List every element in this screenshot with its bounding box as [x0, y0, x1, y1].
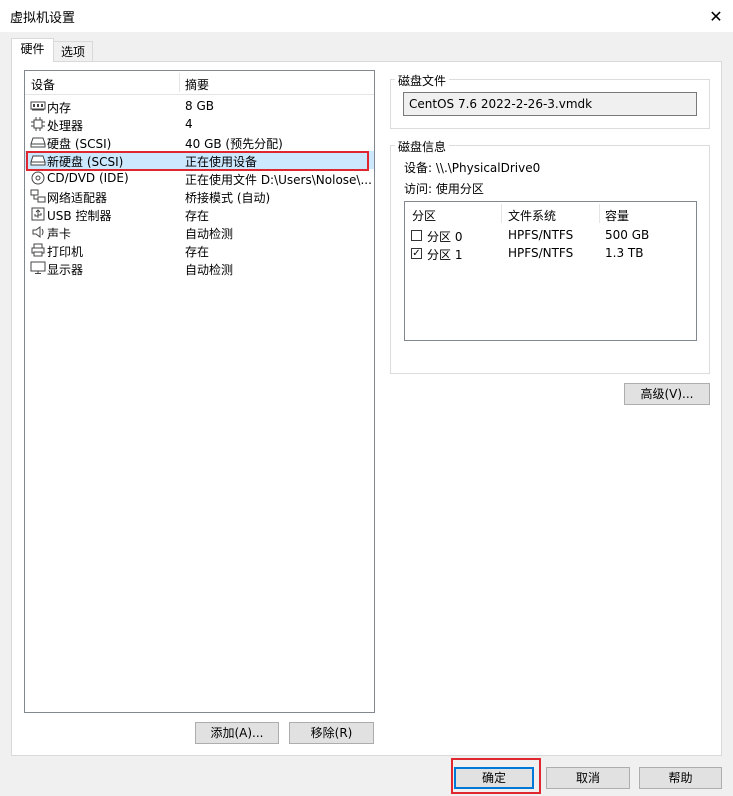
disk-file-field[interactable]: CentOS 7.6 2022-2-26-3.vmdk: [403, 92, 697, 116]
device-row-usb[interactable]: USB 控制器 存在: [25, 205, 374, 223]
advanced-button[interactable]: 高级(V)...: [624, 383, 710, 405]
harddisk-icon: [30, 135, 46, 149]
device-row-cd-dvd[interactable]: CD/DVD (IDE) 正在使用文件 D:\Users\Nolose\...: [25, 169, 374, 187]
partition-0-checkbox[interactable]: [411, 230, 422, 241]
remove-device-button[interactable]: 移除(R): [289, 722, 374, 744]
device-row-harddisk[interactable]: 硬盘 (SCSI) 40 GB (预先分配): [25, 133, 374, 151]
cancel-button[interactable]: 取消: [546, 767, 630, 789]
display-icon: [30, 261, 46, 275]
tab-hardware-label: 硬件: [20, 42, 45, 56]
add-device-button[interactable]: 添加(A)...: [195, 722, 279, 744]
network-icon: [30, 189, 46, 203]
device-row-network[interactable]: 网络适配器 桥接模式 (自动): [25, 187, 374, 205]
help-button[interactable]: 帮助: [639, 767, 722, 789]
device-row-new-harddisk[interactable]: 新硬盘 (SCSI) 正在使用设备: [25, 151, 374, 169]
tab-hardware[interactable]: 硬件: [11, 38, 54, 62]
column-header-filesystem[interactable]: 文件系统: [508, 207, 556, 224]
partition-1-checkbox[interactable]: ✓: [411, 248, 422, 259]
column-header-device[interactable]: 设备: [31, 76, 55, 93]
harddisk-icon: [30, 153, 46, 167]
cd-icon: [30, 171, 46, 185]
cpu-icon: [30, 117, 46, 131]
disk-info-group-title: 磁盘信息: [395, 138, 450, 155]
sound-icon: [30, 225, 46, 239]
usb-icon: [30, 207, 46, 221]
device-list-header: 设备 摘要: [25, 71, 374, 95]
close-icon: ✕: [709, 6, 723, 26]
ok-button[interactable]: 确定: [454, 767, 534, 789]
device-row-memory[interactable]: 内存 8 GB: [25, 97, 374, 115]
disk-file-group-title: 磁盘文件: [395, 72, 450, 89]
tab-options[interactable]: 选项: [53, 41, 93, 62]
memory-icon: [30, 99, 46, 113]
close-button[interactable]: ✕: [699, 0, 733, 32]
tab-options-label: 选项: [60, 45, 85, 59]
device-list[interactable]: 设备 摘要 内存 8 GB 处理器 4 硬盘 (SCSI) 40 GB (预先分…: [24, 70, 375, 713]
partition-list[interactable]: 分区 文件系统 容量 分区 0 HPFS/NTFS 500 GB ✓ 分区 1 …: [404, 201, 697, 341]
disk-device-line: 设备: \\.\PhysicalDrive0: [404, 161, 541, 175]
column-header-capacity[interactable]: 容量: [605, 207, 629, 224]
column-header-summary[interactable]: 摘要: [185, 76, 209, 93]
column-header-partition[interactable]: 分区: [412, 207, 436, 224]
title-bar: 虚拟机设置 ✕: [0, 0, 733, 32]
printer-icon: [30, 243, 46, 257]
device-row-printer[interactable]: 打印机 存在: [25, 241, 374, 259]
device-row-sound[interactable]: 声卡 自动检测: [25, 223, 374, 241]
device-row-cpu[interactable]: 处理器 4: [25, 115, 374, 133]
device-row-display[interactable]: 显示器 自动检测: [25, 259, 374, 277]
disk-access-line: 访问: 使用分区: [404, 182, 484, 196]
window-title: 虚拟机设置: [10, 11, 76, 26]
